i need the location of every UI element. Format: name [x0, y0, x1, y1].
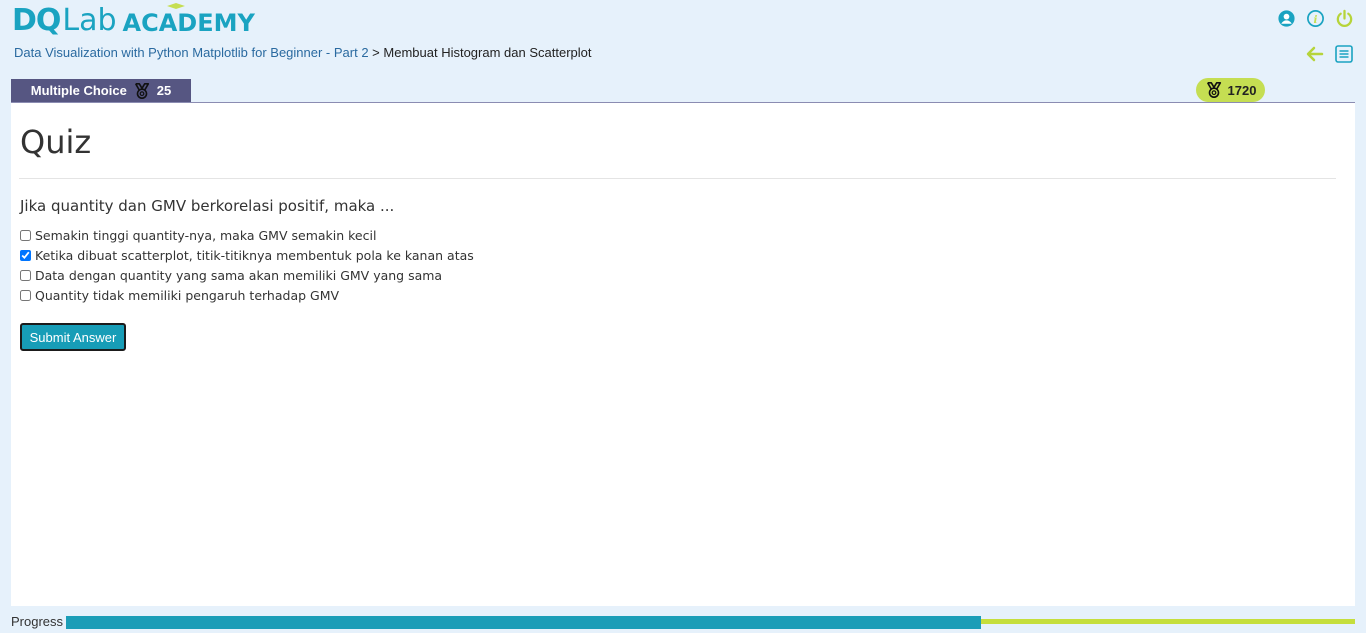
logo-academy: ACADEMY: [122, 3, 255, 37]
info-icon[interactable]: i: [1306, 9, 1325, 28]
nav-icons: [1305, 44, 1354, 64]
answer-checkbox[interactable]: [20, 289, 31, 301]
logo-dq: DQ: [12, 3, 61, 38]
answer-option[interactable]: Quantity tidak memiliki pengaruh terhada…: [20, 285, 474, 305]
answer-option-label: Ketika dibuat scatterplot, titik-titikny…: [35, 247, 474, 263]
answer-checkbox[interactable]: [20, 269, 31, 281]
list-icon[interactable]: [1334, 44, 1354, 64]
graduation-cap-icon: [166, 3, 185, 9]
quiz-title: Quiz: [20, 123, 92, 161]
medal-icon: [1205, 81, 1223, 99]
progress-bar-fill: [66, 616, 982, 629]
answer-option[interactable]: Ketika dibuat scatterplot, titik-titikny…: [20, 245, 474, 265]
quiz-question: Jika quantity dan GMV berkorelasi positi…: [20, 197, 395, 215]
breadcrumb-separator: >: [368, 45, 384, 60]
logo-academy-text: ACADEMY: [122, 9, 255, 37]
answer-option-label: Data dengan quantity yang sama akan memi…: [35, 267, 443, 283]
progress-label: Progress: [11, 614, 64, 629]
tab-label: Multiple Choice: [30, 83, 127, 98]
breadcrumb-course-link[interactable]: Data Visualization with Python Matplotli…: [14, 45, 369, 60]
title-divider: [19, 178, 1336, 179]
total-points-badge: 1720: [1196, 78, 1265, 102]
svg-text:i: i: [1314, 14, 1318, 26]
answer-options: Semakin tinggi quantity-nya, maka GMV se…: [20, 225, 474, 305]
answer-option[interactable]: Semakin tinggi quantity-nya, maka GMV se…: [20, 225, 474, 245]
submit-answer-button[interactable]: Submit Answer: [20, 323, 126, 351]
tab-multiple-choice[interactable]: Multiple Choice 25: [11, 79, 191, 102]
breadcrumb: Data Visualization with Python Matplotli…: [14, 45, 592, 60]
answer-checkbox[interactable]: [20, 249, 31, 261]
header-icons: i: [1277, 9, 1354, 28]
answer-checkbox[interactable]: [20, 229, 31, 241]
user-icon[interactable]: [1277, 9, 1296, 28]
tab-points: 25: [156, 83, 172, 98]
power-icon[interactable]: [1335, 9, 1354, 28]
total-points-value: 1720: [1227, 82, 1257, 98]
logo-lab: Lab: [62, 3, 117, 38]
breadcrumb-current: Membuat Histogram dan Scatterplot: [383, 45, 592, 60]
back-arrow-icon[interactable]: [1305, 44, 1325, 64]
quiz-card: Quiz Jika quantity dan GMV berkorelasi p…: [11, 102, 1355, 606]
answer-option-label: Quantity tidak memiliki pengaruh terhada…: [35, 287, 340, 303]
answer-option[interactable]: Data dengan quantity yang sama akan memi…: [20, 265, 474, 285]
medal-icon: [133, 82, 151, 100]
answer-option-label: Semakin tinggi quantity-nya, maka GMV se…: [35, 227, 377, 243]
dqlab-logo[interactable]: DQ Lab ACADEMY: [12, 3, 255, 38]
